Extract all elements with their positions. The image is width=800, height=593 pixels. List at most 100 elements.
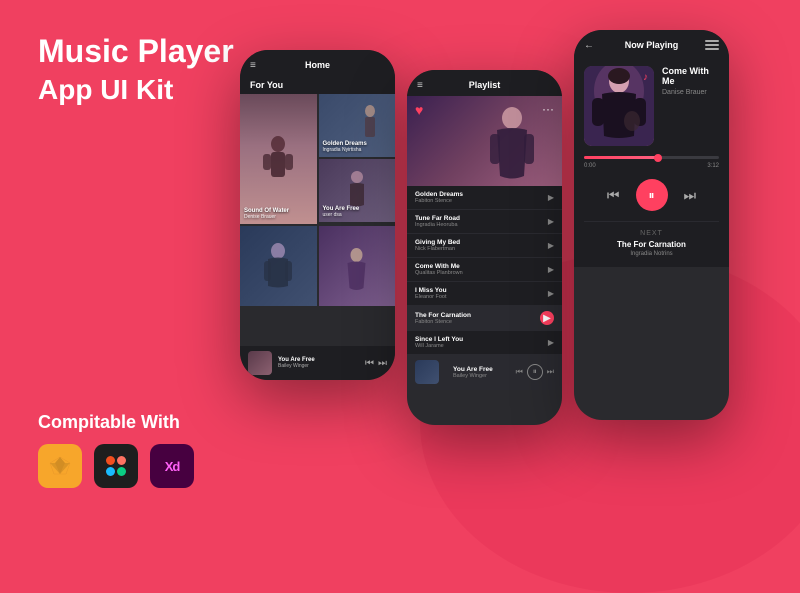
pl-track-info-7: You Are Free Bailey Winger <box>453 366 508 379</box>
pl-play-4: ▶ <box>548 289 554 298</box>
pl-track-info-4: I Miss You Eleanor Foot <box>415 287 540 300</box>
photo-item-4 <box>240 226 317 306</box>
phones-container: ≡ Home For You Sound Of Water Denise Bra… <box>240 20 729 425</box>
play-pause-button[interactable]: ⏸ <box>636 179 668 211</box>
phone-playlist: ≡ Playlist ♥ ··· Golden Dreams Fabiton S… <box>407 70 562 425</box>
compatible-label: Compitable With <box>38 412 180 433</box>
left-panel: Music Player App UI Kit <box>38 32 234 106</box>
np-next-section: NEXT The For Carnation Ingradia Notrins <box>584 221 719 257</box>
sketch-icon <box>38 444 82 488</box>
playlist-item-0[interactable]: Golden Dreams Fabiton Stence ▶ <box>407 186 562 210</box>
figma-dot-3 <box>106 467 115 476</box>
artist-silhouette-1 <box>253 134 303 204</box>
app-title: Music Player <box>38 32 234 70</box>
photo-grid-top: Sound Of Water Denise Brauer Golden Drea… <box>240 94 395 224</box>
mini-artist-name: Bailey Winger <box>278 363 359 369</box>
mini-pause-icon: ⏸ <box>527 364 543 380</box>
heart-button[interactable]: ♥ <box>415 102 423 118</box>
pl-track-name-5: The For Carnation <box>415 312 532 319</box>
pl-play-6: ▶ <box>548 338 554 347</box>
pl-track-name-7: You Are Free <box>453 366 508 373</box>
pl-play-1: ▶ <box>548 217 554 226</box>
playlist-item-4[interactable]: I Miss You Eleanor Foot ▶ <box>407 282 562 306</box>
figma-dot-2 <box>117 456 126 465</box>
mini-thumbnail <box>248 351 272 375</box>
tools-row: Xd <box>38 444 194 488</box>
artist-name-3: user dsa <box>323 212 360 218</box>
phone-now-playing: ← Now Playing <box>574 30 729 420</box>
pl-artist-5: Fabiton Stence <box>415 319 532 325</box>
pl-artist-0: Fabiton Stence <box>415 198 540 204</box>
photo-grid-bottom <box>240 226 395 306</box>
phone-home-title: Home <box>305 60 330 70</box>
np-progress-bar[interactable] <box>584 156 719 159</box>
sketch-svg <box>48 454 72 478</box>
pl-track-info-3: Come With Me Qualitas Planbrown <box>415 263 540 276</box>
photo-item-2: Golden Dreams Ingradia Nyirtisha <box>319 94 396 157</box>
mini-controls-2: ⏮ ⏸ ⏭ <box>516 364 554 380</box>
xd-label: Xd <box>165 459 180 474</box>
options-line-2 <box>705 44 719 46</box>
options-line-1 <box>705 40 719 42</box>
np-time-total: 3:12 <box>707 163 719 169</box>
pl-artist-7: Bailey Winger <box>453 373 508 379</box>
np-next-track: The For Carnation <box>584 240 719 249</box>
np-progress-section: 0:00 3:12 <box>584 156 719 169</box>
artist-silhouette-4 <box>258 241 298 306</box>
np-music-note-icon: ♪ <box>643 72 648 83</box>
playlist-item-2[interactable]: Giving My Bed Nick Flabertman ▶ <box>407 234 562 258</box>
pl-artist-4: Eleanor Foot <box>415 294 540 300</box>
playlist-item-3[interactable]: Come With Me Qualitas Planbrown ▶ <box>407 258 562 282</box>
featured-track: ♥ ··· <box>407 96 562 186</box>
photo-item-1: Sound Of Water Denise Brauer <box>240 94 317 224</box>
mini-player-2: You Are Free Bailey Winger ⏮ ⏸ ⏭ <box>407 355 562 390</box>
next-icon: ⏭ <box>378 358 387 369</box>
pl-track-name-0: Golden Dreams <box>415 191 540 198</box>
np-artwork-row: ♪ Come With Me Danise Brauer <box>584 66 719 146</box>
pl-play-3: ▶ <box>548 265 554 274</box>
pl-artist-1: Ingradia Heoruba <box>415 222 540 228</box>
np-controls: ⏮ ⏸ ⏭ <box>584 179 719 211</box>
pl-play-0: ▶ <box>548 193 554 202</box>
pl-track-info-1: Tune Far Road Ingradia Heoruba <box>415 215 540 228</box>
skip-forward-button[interactable]: ⏭ <box>684 187 697 204</box>
more-button[interactable]: ··· <box>542 102 554 116</box>
playlist-menu-icon: ≡ <box>417 80 423 91</box>
pl-track-name-6: Since I Left You <box>415 336 540 343</box>
np-progress-fill <box>584 156 658 159</box>
phone-home: ≡ Home For You Sound Of Water Denise Bra… <box>240 50 395 380</box>
playlist-list: Golden Dreams Fabiton Stence ▶ Tune Far … <box>407 186 562 390</box>
figma-dot-1 <box>106 456 115 465</box>
playlist-item-1[interactable]: Tune Far Road Ingradia Heoruba ▶ <box>407 210 562 234</box>
phone-playlist-header: ≡ Playlist <box>407 70 562 96</box>
np-track-info: Come With Me Danise Brauer <box>662 66 719 96</box>
phone-playlist-title: Playlist <box>469 80 501 90</box>
np-artist-name: Danise Brauer <box>662 89 719 96</box>
np-time-current: 0:00 <box>584 163 596 169</box>
artist-name-2: Ingradia Nyirtisha <box>323 147 367 153</box>
pl-track-name-2: Giving My Bed <box>415 239 540 246</box>
photo-item-5 <box>319 226 396 306</box>
np-track-name: Come With Me <box>662 66 719 86</box>
figma-dot-4 <box>117 467 126 476</box>
pl-track-info-2: Giving My Bed Nick Flabertman <box>415 239 540 252</box>
mini-player-1: You Are Free Bailey Winger ⏮ ⏭ <box>240 346 395 380</box>
artist-silhouette-5 <box>339 246 374 306</box>
mini-thumb-2 <box>415 360 439 384</box>
artist-name-1: Denise Brauer <box>244 214 289 220</box>
xd-icon: Xd <box>150 444 194 488</box>
pl-track-name-1: Tune Far Road <box>415 215 540 222</box>
photo-caption-3: You Are Free user dsa <box>323 206 360 218</box>
featured-artist <box>482 106 542 186</box>
now-playing-content: ♪ Come With Me Danise Brauer 0:00 3:12 <box>574 56 729 267</box>
playlist-item-6[interactable]: Since I Left You Will Jarame ▶ <box>407 331 562 355</box>
skip-back-button[interactable]: ⏮ <box>607 187 620 204</box>
prev-icon: ⏮ <box>365 358 374 369</box>
np-next-artist: Ingradia Notrins <box>584 251 719 257</box>
options-line-3 <box>705 48 719 50</box>
pl-artist-6: Will Jarame <box>415 343 540 349</box>
np-progress-dot <box>654 154 662 162</box>
mini-controls: ⏮ ⏭ <box>365 358 387 369</box>
playlist-item-5[interactable]: The For Carnation Fabiton Stence ▶ <box>407 306 562 331</box>
phone-home-header: ≡ Home <box>240 50 395 76</box>
